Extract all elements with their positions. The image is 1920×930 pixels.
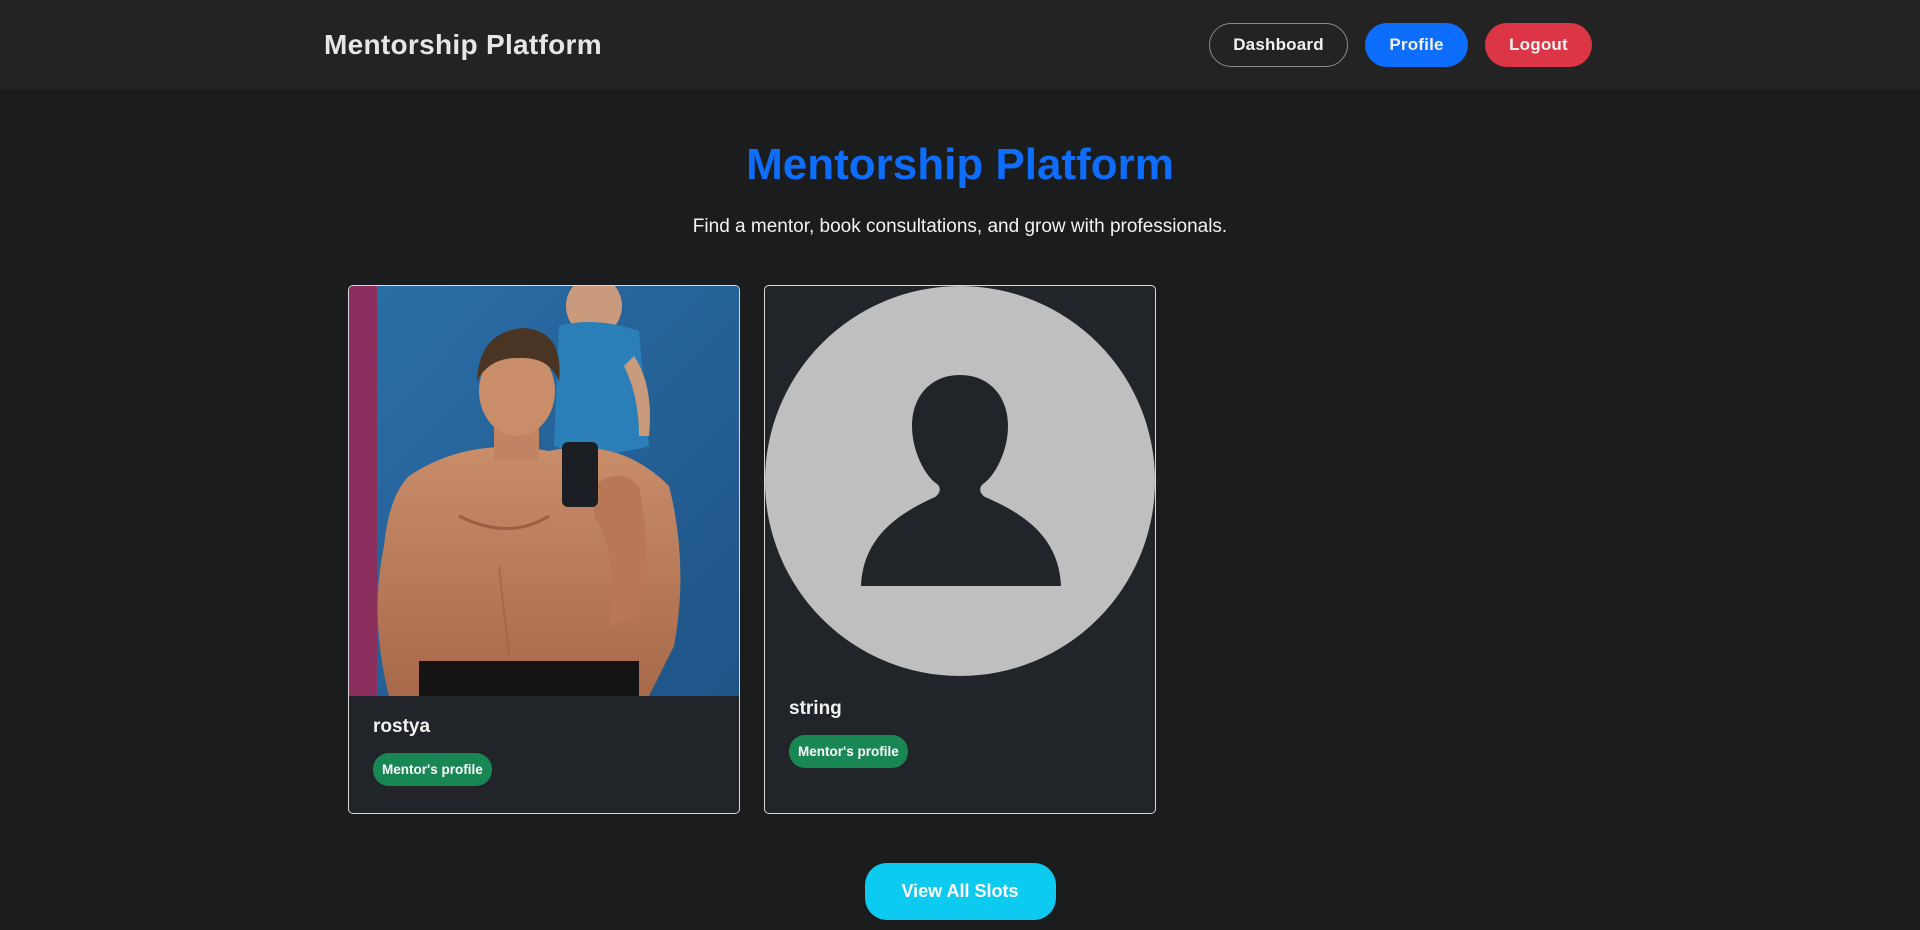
mentor-name: string (789, 697, 842, 719)
mentor-profile-badge[interactable]: Mentor's profile (789, 734, 908, 768)
card-body: rostya Mentor's profile (349, 696, 739, 806)
logout-button[interactable]: Logout (1485, 22, 1592, 67)
default-avatar-icon (765, 285, 1155, 676)
brand-title[interactable]: Mentorship Platform (324, 29, 602, 61)
cta-wrap: View All Slots (0, 862, 1920, 920)
profile-button[interactable]: Profile (1365, 22, 1468, 67)
mentor-photo[interactable] (765, 285, 1155, 676)
nav-actions: Dashboard Profile Logout (1209, 22, 1592, 67)
dashboard-button[interactable]: Dashboard (1209, 22, 1348, 67)
mentor-photo[interactable] (349, 285, 739, 696)
mentor-name: rostya (373, 715, 431, 737)
card-body: string Mentor's profile (765, 676, 1155, 788)
mentor-card[interactable]: rostya Mentor's profile (348, 284, 740, 814)
hero-section: Mentorship Platform Find a mentor, book … (0, 89, 1920, 238)
mentor-profile-badge[interactable]: Mentor's profile (373, 752, 492, 786)
page-subtitle: Find a mentor, book consultations, and g… (692, 215, 1228, 237)
navbar: Mentorship Platform Dashboard Profile Lo… (0, 0, 1920, 89)
mentor-cards: rostya Mentor's profile string Mentor's … (348, 284, 1920, 814)
view-all-slots-button[interactable]: View All Slots (864, 862, 1056, 920)
page-title: Mentorship Platform (746, 140, 1174, 189)
profile-photo (349, 285, 739, 696)
mentor-card[interactable]: string Mentor's profile (764, 284, 1156, 814)
